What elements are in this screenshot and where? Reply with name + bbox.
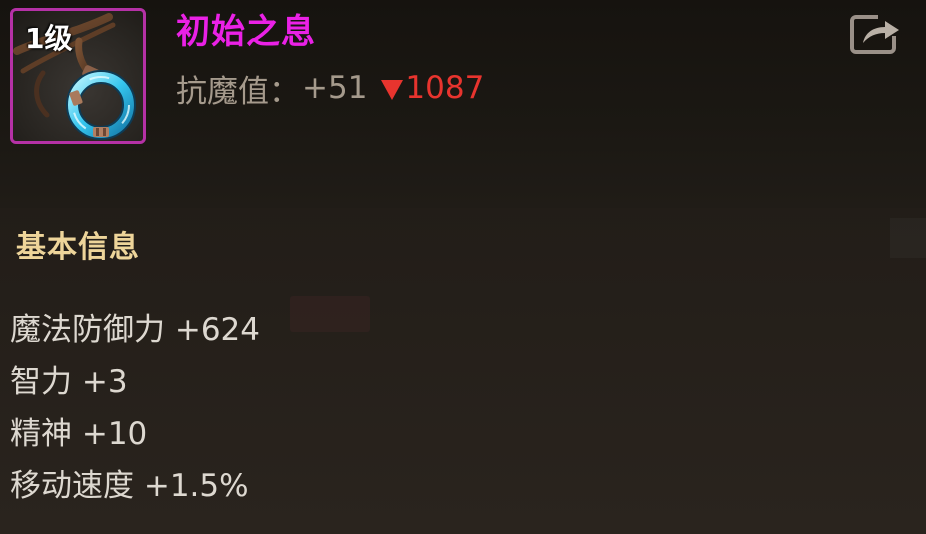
item-icon-frame: 1级	[10, 8, 146, 144]
share-button[interactable]	[848, 12, 904, 56]
attribute-item: 智力 +3	[10, 364, 128, 400]
item-header: 1级 初始之息 抗魔值： +51 1087	[0, 0, 926, 208]
compare-stat-value: +51	[302, 70, 368, 106]
attribute-list: 魔法防御力 +624 智力 +3 精神 +10 移动速度 +1.5%	[10, 306, 260, 514]
compare-stat-diff: 1087	[405, 70, 485, 106]
attribute-item: 魔法防御力 +624	[10, 312, 260, 348]
item-name: 初始之息	[176, 12, 316, 52]
background-element	[890, 218, 926, 258]
item-tooltip: 1级 初始之息 抗魔值： +51 1087 基本信息 魔法防御力 +624 智力…	[0, 0, 926, 534]
basic-info-title: 基本信息	[16, 230, 140, 265]
compare-stat-line: 抗魔值： +51 1087	[176, 68, 485, 110]
decrease-arrow-icon	[381, 80, 404, 100]
item-level-badge: 1级	[25, 22, 73, 55]
attribute-item: 移动速度 +1.5%	[10, 468, 249, 504]
attribute-item: 精神 +10	[10, 416, 148, 452]
background-element	[290, 296, 370, 332]
share-icon	[850, 15, 899, 54]
compare-stat-label: 抗魔值：	[176, 73, 300, 110]
